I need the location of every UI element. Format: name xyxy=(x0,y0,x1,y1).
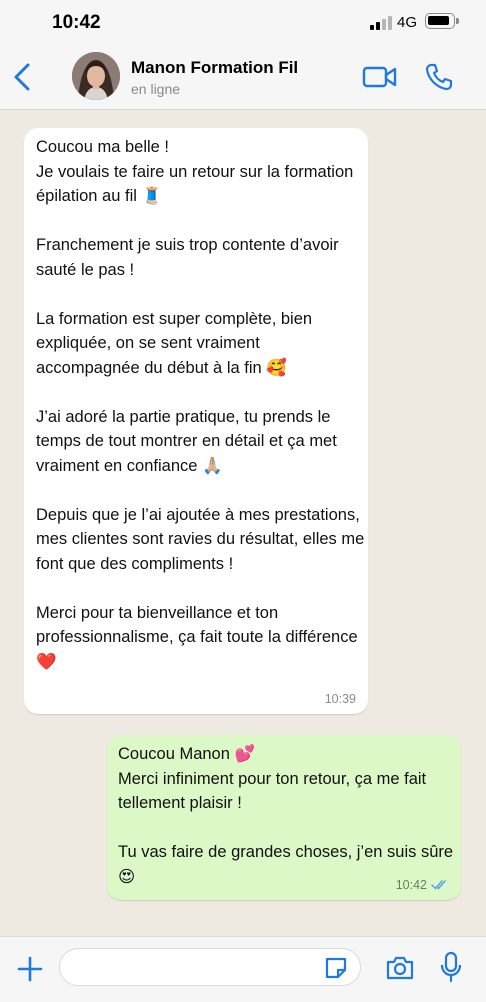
message-text: Coucou Manon 💕 Merci infiniment pour ton… xyxy=(118,745,454,886)
incoming-message-bubble[interactable]: Coucou ma belle ! Je voulais te faire un… xyxy=(24,128,368,714)
camera-icon[interactable] xyxy=(385,954,415,982)
phone-call-icon[interactable] xyxy=(424,62,454,92)
chat-area[interactable]: Coucou ma belle ! Je voulais te faire un… xyxy=(0,110,486,936)
chat-header: Manon Formation Fil en ligne xyxy=(0,46,486,110)
sticker-icon[interactable] xyxy=(323,955,349,981)
back-chevron-icon[interactable] xyxy=(10,62,36,92)
message-input[interactable] xyxy=(59,948,361,986)
status-time: 10:42 xyxy=(52,12,101,33)
read-double-check-icon xyxy=(431,879,449,891)
message-time: 10:39 xyxy=(324,692,356,706)
input-bar xyxy=(0,936,486,1002)
message-text: Coucou ma belle ! Je voulais te faire un… xyxy=(36,138,365,671)
network-type: 4G xyxy=(397,14,418,31)
avatar[interactable] xyxy=(72,52,120,100)
contact-name[interactable]: Manon Formation Fil xyxy=(131,58,298,78)
video-call-icon[interactable] xyxy=(362,64,398,90)
message-time: 10:42 xyxy=(395,878,427,892)
microphone-icon[interactable] xyxy=(440,951,462,983)
status-bar: 10:42 4G xyxy=(0,0,486,46)
plus-icon[interactable] xyxy=(16,955,44,983)
signal-icon xyxy=(370,16,392,30)
battery-icon xyxy=(425,13,459,29)
outgoing-message-bubble[interactable]: Coucou Manon 💕 Merci infiniment pour ton… xyxy=(107,735,461,900)
contact-status: en ligne xyxy=(131,81,181,97)
